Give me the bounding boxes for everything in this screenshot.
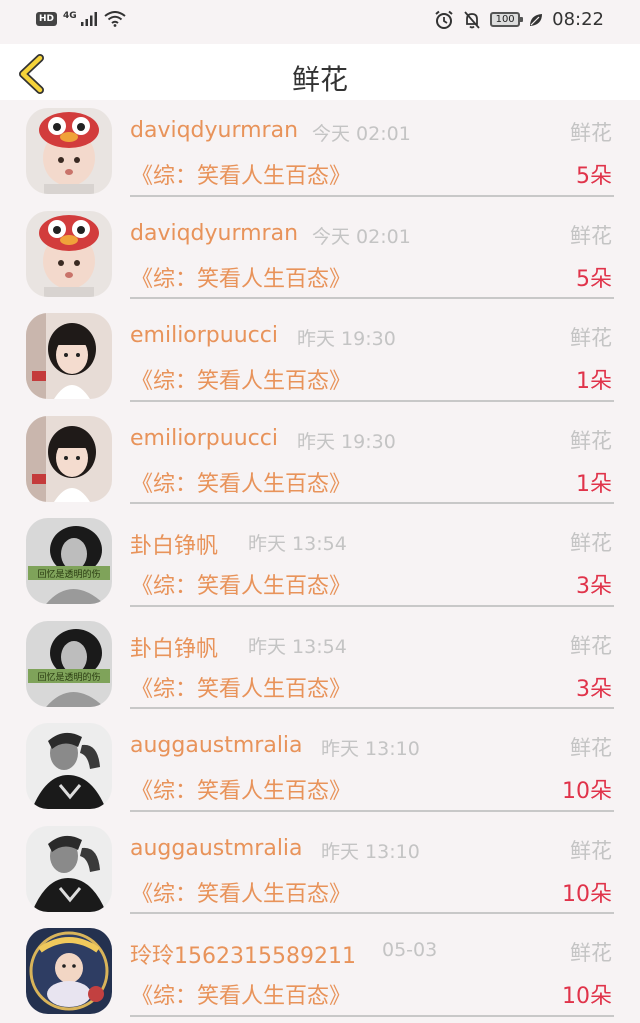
user-name[interactable]: 玲玲1562315589211 bbox=[130, 938, 356, 970]
user-avatar[interactable] bbox=[26, 210, 112, 297]
user-avatar[interactable] bbox=[26, 415, 112, 502]
gift-record-row[interactable]: emiliorpuucci 昨天 19:30 鲜花 《综：笑看人生百态》 1朵 bbox=[0, 305, 640, 408]
gift-count: 10朵 bbox=[562, 881, 612, 907]
gift-count: 5朵 bbox=[576, 266, 612, 292]
gift-type: 鲜花 bbox=[570, 531, 612, 555]
show-title-link[interactable]: 《综：笑看人生百态》 bbox=[131, 978, 351, 1010]
user-name[interactable]: emiliorpuucci bbox=[130, 323, 278, 348]
user-avatar[interactable]: 回忆是透明的伤 bbox=[26, 518, 112, 604]
avatar-image bbox=[26, 928, 112, 1014]
user-name[interactable]: auggaustmralia bbox=[130, 733, 303, 758]
show-title-link[interactable]: 《综：笑看人生百态》 bbox=[131, 568, 351, 600]
clock-time: 08:22 bbox=[552, 9, 604, 30]
show-title-link[interactable]: 《综：笑看人生百态》 bbox=[131, 261, 351, 293]
gift-type: 鲜花 bbox=[570, 326, 612, 350]
mute-bell-icon bbox=[464, 10, 480, 29]
gift-type: 鲜花 bbox=[570, 736, 612, 760]
show-title-link[interactable]: 《综：笑看人生百态》 bbox=[131, 671, 351, 703]
user-name[interactable]: emiliorpuucci bbox=[130, 426, 278, 451]
row-divider bbox=[130, 1014, 614, 1017]
avatar-image: 回忆是透明的伤 bbox=[26, 620, 112, 707]
gift-count: 1朵 bbox=[576, 471, 612, 497]
user-avatar[interactable]: 回忆是透明的伤 bbox=[26, 620, 112, 707]
record-time: 05-03 bbox=[382, 939, 438, 961]
row-divider bbox=[130, 912, 614, 914]
network-type: 4G bbox=[63, 11, 77, 21]
status-bar: HD 4G 100 08:22 bbox=[0, 0, 640, 44]
gift-count: 5朵 bbox=[576, 164, 612, 189]
row-divider bbox=[130, 297, 614, 299]
gift-record-row[interactable]: daviqdyurmran 今天 02:01 鲜花 《综：笑看人生百态》 5朵 bbox=[0, 100, 640, 203]
gift-record-row[interactable]: emiliorpuucci 昨天 19:30 鲜花 《综：笑看人生百态》 1朵 bbox=[0, 408, 640, 511]
row-divider bbox=[130, 604, 614, 607]
show-title-link[interactable]: 《综：笑看人生百态》 bbox=[131, 466, 351, 498]
avatar-image bbox=[26, 210, 112, 297]
record-time: 今天 02:01 bbox=[312, 123, 411, 145]
show-title-link[interactable]: 《综：笑看人生百态》 bbox=[131, 158, 351, 190]
gift-record-row[interactable]: 回忆是透明的伤 卦白铮帆 昨天 13:54 鲜花 《综：笑看人生百态》 3朵 bbox=[0, 613, 640, 716]
gift-record-row[interactable]: 玲玲1562315589211 05-03 鲜花 《综：笑看人生百态》 10朵 bbox=[0, 920, 640, 1023]
gift-type: 鲜花 bbox=[570, 941, 612, 965]
user-name[interactable]: daviqdyurmran bbox=[130, 118, 298, 143]
wifi-icon bbox=[104, 11, 126, 27]
show-title-link[interactable]: 《综：笑看人生百态》 bbox=[131, 876, 351, 908]
hd-badge: HD bbox=[36, 12, 58, 26]
row-divider bbox=[130, 399, 614, 402]
user-name[interactable]: 卦白铮帆 bbox=[130, 528, 218, 560]
record-time: 昨天 13:10 bbox=[321, 738, 420, 760]
user-avatar[interactable] bbox=[26, 928, 112, 1014]
gift-count: 1朵 bbox=[576, 369, 612, 394]
record-time: 昨天 13:54 bbox=[248, 533, 347, 555]
user-name[interactable]: auggaustmralia bbox=[130, 836, 303, 861]
gift-count: 10朵 bbox=[562, 779, 612, 804]
avatar-image bbox=[26, 313, 112, 399]
avatar-image: 回忆是透明的伤 bbox=[26, 518, 112, 604]
gift-type: 鲜花 bbox=[570, 121, 612, 145]
gift-record-list: daviqdyurmran 今天 02:01 鲜花 《综：笑看人生百态》 5朵 bbox=[0, 100, 640, 1023]
user-name[interactable]: 卦白铮帆 bbox=[130, 631, 218, 663]
record-time: 昨天 19:30 bbox=[297, 328, 396, 350]
show-title-link[interactable]: 《综：笑看人生百态》 bbox=[131, 773, 351, 805]
gift-count: 3朵 bbox=[576, 574, 612, 599]
gift-type: 鲜花 bbox=[570, 428, 612, 453]
row-divider bbox=[130, 502, 614, 504]
title-bar: 鲜花 bbox=[0, 44, 640, 100]
record-time: 今天 02:01 bbox=[312, 225, 411, 248]
row-divider bbox=[130, 194, 614, 197]
gift-count: 3朵 bbox=[576, 676, 612, 702]
avatar-caption: 回忆是透明的伤 bbox=[37, 568, 100, 580]
avatar-image bbox=[26, 723, 112, 809]
gift-type: 鲜花 bbox=[570, 838, 612, 863]
gift-count: 10朵 bbox=[562, 984, 612, 1009]
record-time: 昨天 13:10 bbox=[321, 840, 420, 863]
show-title-link[interactable]: 《综：笑看人生百态》 bbox=[131, 363, 351, 395]
battery-indicator: 100 bbox=[490, 12, 524, 27]
record-time: 昨天 19:30 bbox=[297, 430, 396, 453]
gift-type: 鲜花 bbox=[570, 633, 612, 658]
user-avatar[interactable] bbox=[26, 108, 112, 194]
page-title: 鲜花 bbox=[291, 63, 348, 96]
gift-record-row[interactable]: auggaustmralia 昨天 13:10 鲜花 《综：笑看人生百态》 10… bbox=[0, 715, 640, 818]
user-name[interactable]: daviqdyurmran bbox=[130, 221, 298, 246]
gift-record-row[interactable]: daviqdyurmran 今天 02:01 鲜花 《综：笑看人生百态》 5朵 bbox=[0, 203, 640, 306]
alarm-icon bbox=[435, 10, 453, 29]
status-left: HD 4G bbox=[36, 11, 126, 27]
signal-icon bbox=[80, 12, 97, 26]
status-right: 100 08:22 bbox=[434, 9, 604, 30]
gift-record-row[interactable]: auggaustmralia 昨天 13:10 鲜花 《综：笑看人生百态》 10… bbox=[0, 818, 640, 921]
avatar-image bbox=[26, 415, 112, 502]
user-avatar[interactable] bbox=[26, 723, 112, 809]
user-avatar[interactable] bbox=[26, 825, 112, 912]
user-avatar[interactable] bbox=[26, 313, 112, 399]
row-divider bbox=[130, 707, 614, 709]
leaf-icon bbox=[530, 13, 543, 26]
avatar-image bbox=[26, 825, 112, 912]
avatar-image bbox=[26, 108, 112, 194]
row-divider bbox=[130, 809, 614, 812]
avatar-caption: 回忆是透明的伤 bbox=[37, 671, 100, 683]
record-time: 昨天 13:54 bbox=[248, 635, 347, 658]
gift-type: 鲜花 bbox=[570, 223, 612, 248]
gift-record-row[interactable]: 回忆是透明的伤 卦白铮帆 昨天 13:54 鲜花 《综：笑看人生百态》 3朵 bbox=[0, 510, 640, 613]
